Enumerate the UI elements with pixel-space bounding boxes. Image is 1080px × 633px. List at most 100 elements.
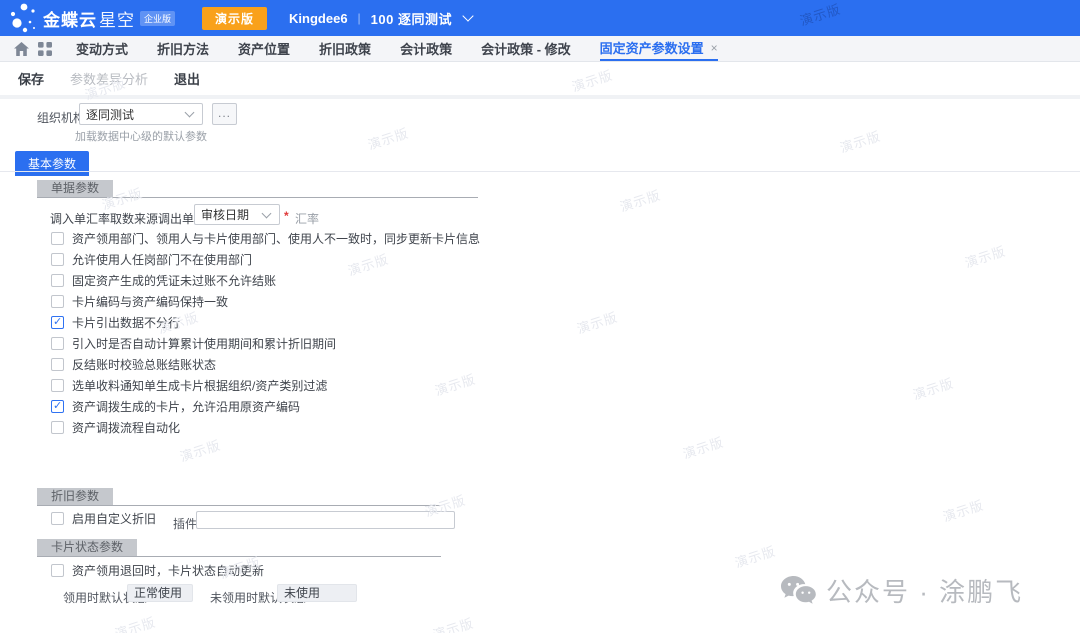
- demo-watermark: 演示版: [837, 125, 883, 156]
- brand-title: 金蝶云 星空: [43, 6, 135, 31]
- checkbox-row[interactable]: 引入时是否自动计算累计使用期间和累计折旧期间: [51, 333, 480, 354]
- demo-watermark: 演示版: [940, 494, 986, 525]
- checkbox[interactable]: [51, 379, 64, 392]
- tab-depreciation-policy[interactable]: 折旧政策: [319, 36, 371, 61]
- checkbox-label: 反结账时校验总账结账状态: [72, 356, 216, 373]
- checkbox-label: 资产领用退回时，卡片状态自动更新: [72, 562, 264, 579]
- in-use-status-field: 正常使用: [127, 584, 193, 602]
- org-hint-text: 加载数据中心级的默认参数: [75, 128, 207, 144]
- tab-asset-location[interactable]: 资产位置: [238, 36, 290, 61]
- checkbox-row[interactable]: 允许使用人任岗部门不在使用部门: [51, 249, 480, 270]
- tab-close-icon[interactable]: ×: [711, 41, 718, 55]
- section-doc-params: 单据参数: [37, 180, 478, 198]
- checkbox-label: 卡片引出数据不分行: [72, 314, 180, 331]
- checkbox[interactable]: [51, 358, 64, 371]
- demo-watermark: 演示版: [430, 612, 476, 633]
- checkbox-row[interactable]: 卡片编码与资产编码保持一致: [51, 291, 480, 312]
- checkbox[interactable]: [51, 232, 64, 245]
- section-card-status-params-title: 卡片状态参数: [37, 539, 137, 556]
- param-diff-analysis-button: 参数差异分析: [70, 69, 148, 88]
- checkbox-label: 固定资产生成的凭证未过账不允许结账: [72, 272, 276, 289]
- demo-watermark: 演示版: [574, 306, 620, 337]
- section-depreciation-params: 折旧参数: [37, 488, 441, 506]
- rate-source-label: 调入单汇率取数来源调出单: [50, 210, 194, 227]
- plugin-input[interactable]: [196, 511, 455, 529]
- checkbox[interactable]: [51, 316, 64, 329]
- tab-depreciation-method[interactable]: 折旧方法: [157, 36, 209, 61]
- top-bar: 金蝶云 星空 企业版 演示版 Kingdee6 | 100 逐同测试: [0, 0, 1080, 36]
- checkbox[interactable]: [51, 295, 64, 308]
- account-switcher[interactable]: 100 逐同测试: [371, 9, 452, 28]
- tab-bar: 变动方式 折旧方法 资产位置 折旧政策 会计政策 会计政策 - 修改 固定资产参…: [0, 36, 1080, 62]
- demo-version-badge: 演示版: [202, 7, 267, 30]
- chevron-down-icon: [185, 108, 195, 118]
- checkbox[interactable]: [51, 253, 64, 266]
- checkbox[interactable]: [51, 337, 64, 350]
- tab-accounting-policy[interactable]: 会计政策: [400, 36, 452, 61]
- tab-label: 会计政策 - 修改: [481, 39, 571, 58]
- checkbox[interactable]: [51, 274, 64, 287]
- open-tabs: 变动方式 折旧方法 资产位置 折旧政策 会计政策 会计政策 - 修改 固定资产参…: [76, 36, 718, 61]
- not-in-use-status-field: 未使用: [277, 584, 357, 602]
- rate-suffix-label: 汇率: [295, 210, 319, 227]
- tabstrip-underline: [0, 171, 1080, 172]
- demo-watermark: 演示版: [177, 434, 223, 465]
- checkbox-label: 启用自定义折旧: [72, 510, 156, 527]
- checkbox-label: 允许使用人任岗部门不在使用部门: [72, 251, 252, 268]
- checkbox[interactable]: [51, 400, 64, 413]
- section-doc-params-title: 单据参数: [37, 180, 113, 197]
- basic-params-tab[interactable]: 基本参数: [15, 151, 89, 176]
- checkbox[interactable]: [51, 564, 64, 577]
- checkbox-row[interactable]: 资产调拨流程自动化: [51, 417, 480, 438]
- checkbox-row[interactable]: 选单收料通知单生成卡片根据组织/资产类别过滤: [51, 375, 480, 396]
- checkbox-row[interactable]: 卡片引出数据不分行: [51, 312, 480, 333]
- tab-change-mode[interactable]: 变动方式: [76, 36, 128, 61]
- org-select[interactable]: 逐同测试: [79, 103, 203, 125]
- org-lookup-button[interactable]: ...: [212, 103, 237, 125]
- tab-label: 会计政策: [400, 39, 452, 58]
- brand-light: 星空: [99, 6, 135, 31]
- checkbox-label: 资产调拨流程自动化: [72, 419, 180, 436]
- tab-label: 固定资产参数设置: [600, 38, 704, 57]
- checkbox[interactable]: [51, 421, 64, 434]
- required-asterisk: *: [284, 209, 289, 223]
- menu-grid-icon[interactable]: [38, 42, 52, 56]
- brand-bold: 金蝶云: [43, 6, 97, 31]
- checkbox-label: 资产调拨生成的卡片，允许沿用原资产编码: [72, 398, 300, 415]
- toolbar-divider-strip: [0, 95, 1080, 99]
- demo-watermark: 演示版: [365, 122, 411, 153]
- org-select-value: 逐同测试: [80, 106, 186, 123]
- kingdee-logo-icon: [8, 2, 38, 34]
- rate-source-value: 审核日期: [195, 206, 263, 223]
- footer-brand: 公众号 · 涂鹏飞: [780, 572, 1023, 609]
- footer-brand-text: 公众号 · 涂鹏飞: [826, 572, 1023, 609]
- edition-badge: 企业版: [140, 11, 175, 26]
- custom-depreciation-row[interactable]: 启用自定义折旧: [51, 508, 156, 529]
- demo-watermark: 演示版: [962, 240, 1008, 271]
- tab-label: 变动方式: [76, 39, 128, 58]
- checkbox-row[interactable]: 固定资产生成的凭证未过账不允许结账: [51, 270, 480, 291]
- plugin-label: 插件: [173, 515, 197, 532]
- checkbox-row[interactable]: 资产调拨生成的卡片，允许沿用原资产编码: [51, 396, 480, 417]
- product-name: Kingdee6: [289, 11, 348, 26]
- chevron-down-icon[interactable]: [462, 10, 473, 21]
- checkbox[interactable]: [51, 512, 64, 525]
- save-button[interactable]: 保存: [18, 69, 44, 88]
- tabbar-nav-icons: [14, 36, 52, 61]
- home-icon[interactable]: [14, 42, 29, 56]
- exit-button[interactable]: 退出: [174, 69, 200, 88]
- demo-watermark: 演示版: [112, 611, 158, 633]
- checkbox-row[interactable]: 反结账时校验总账结账状态: [51, 354, 480, 375]
- checkbox-row[interactable]: 资产领用部门、领用人与卡片使用部门、使用人不一致时，同步更新卡片信息: [51, 228, 480, 249]
- tab-fixed-asset-params-active[interactable]: 固定资产参数设置 ×: [600, 36, 718, 61]
- demo-watermark: 演示版: [617, 184, 663, 215]
- demo-watermark: 演示版: [910, 372, 956, 403]
- app-window: 金蝶云 星空 企业版 演示版 Kingdee6 | 100 逐同测试: [0, 0, 1080, 633]
- demo-watermark: 演示版: [680, 431, 726, 462]
- auto-update-card-status-row[interactable]: 资产领用退回时，卡片状态自动更新: [51, 560, 264, 581]
- tab-accounting-policy-edit[interactable]: 会计政策 - 修改: [481, 36, 571, 61]
- rate-source-select[interactable]: 审核日期: [194, 204, 280, 225]
- tab-label: 折旧方法: [157, 39, 209, 58]
- chevron-down-icon: [262, 208, 272, 218]
- demo-watermark: 演示版: [732, 540, 778, 571]
